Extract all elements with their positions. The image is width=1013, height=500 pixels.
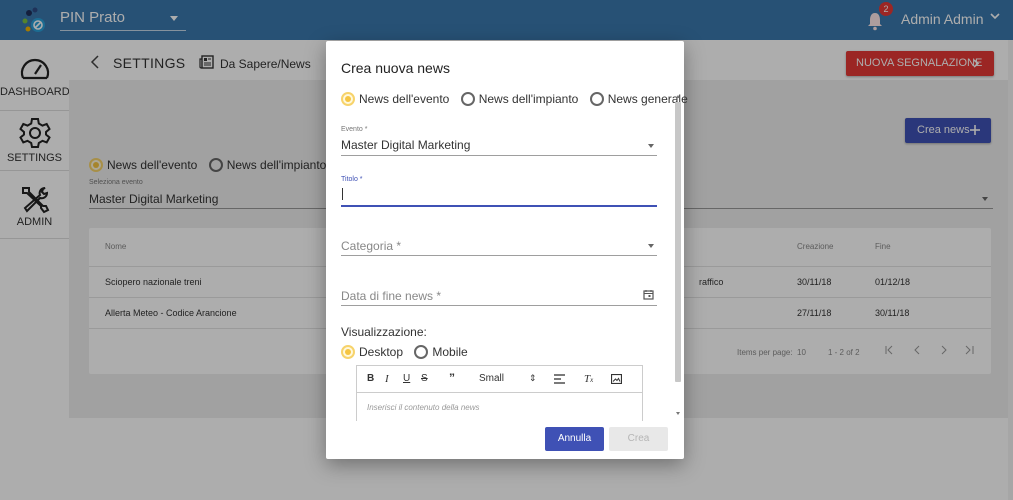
evento-label: Evento * (341, 126, 368, 133)
radio-checked-icon (341, 92, 355, 106)
create-button[interactable]: Crea (609, 427, 668, 451)
editor-content[interactable]: Inserisci il contenuto della news (367, 403, 480, 412)
radio-mobile[interactable]: Mobile (414, 345, 468, 359)
blockquote-icon[interactable]: ” (449, 371, 455, 385)
radio-unchecked-icon (460, 92, 475, 106)
strikethrough-icon[interactable]: S (421, 373, 428, 384)
dropdown-caret-icon[interactable] (648, 144, 654, 148)
image-icon[interactable] (611, 374, 622, 384)
scroll-up-icon[interactable] (676, 95, 680, 98)
create-news-dialog: Crea nuova news News dell'evento News de… (326, 41, 688, 459)
radio-checked-icon (341, 345, 355, 359)
dialog-news-type: News dell'evento News dell'impianto News… (341, 92, 696, 106)
select-arrows-icon[interactable]: ⇕ (529, 373, 537, 384)
bold-icon[interactable]: B (367, 373, 374, 384)
calendar-icon[interactable] (643, 289, 654, 300)
news-content-editor: B I U S ” Small ⇕ Tx Inserisci il conten… (356, 365, 643, 421)
titolo-label: Titolo * (341, 176, 363, 183)
radio-news-impianto[interactable]: News dell'impianto (460, 92, 578, 106)
dialog-scroll-thumb[interactable] (675, 102, 681, 382)
field-underline (341, 155, 657, 156)
cancel-button[interactable]: Annulla (545, 427, 604, 451)
radio-news-evento[interactable]: News dell'evento (341, 92, 449, 106)
visualizzazione-label: Visualizzazione: (341, 325, 427, 339)
data-fine-input[interactable]: Data di fine news * (341, 289, 441, 303)
dropdown-caret-icon[interactable] (648, 244, 654, 248)
text-cursor (342, 188, 343, 200)
italic-icon[interactable]: I (385, 373, 389, 385)
field-underline (341, 255, 657, 256)
editor-toolbar: B I U S ” Small ⇕ Tx (357, 366, 642, 393)
radio-unchecked-icon (589, 92, 604, 106)
categoria-select[interactable]: Categoria * (341, 239, 401, 253)
align-icon[interactable] (554, 374, 565, 384)
font-size-select[interactable]: Small (479, 373, 504, 384)
underline-icon[interactable]: U (403, 373, 410, 384)
radio-desktop[interactable]: Desktop (341, 345, 403, 359)
scroll-down-icon[interactable] (676, 412, 680, 415)
clear-format-icon[interactable]: Tx (584, 373, 593, 385)
evento-select[interactable]: Master Digital Marketing (341, 138, 470, 152)
field-underline-focused (341, 205, 657, 207)
dialog-title: Crea nuova news (341, 60, 450, 76)
display-type: Desktop Mobile (341, 345, 476, 359)
field-underline (341, 305, 657, 306)
radio-unchecked-icon (414, 345, 429, 359)
